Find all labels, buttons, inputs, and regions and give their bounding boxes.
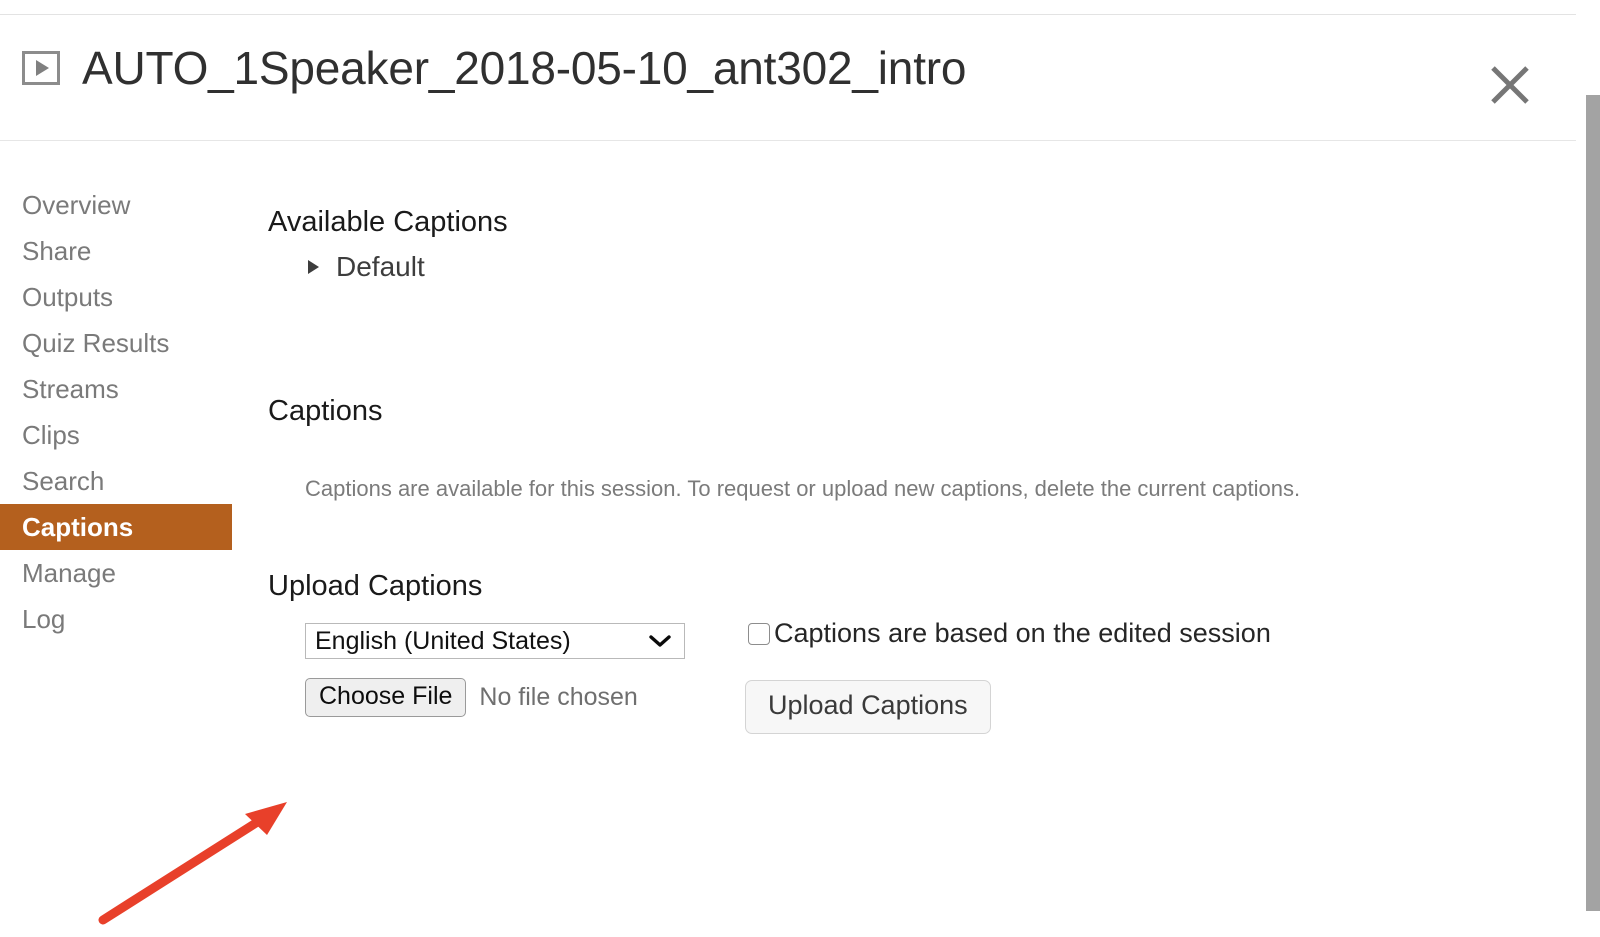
available-caption-item-default[interactable]: Default [308, 253, 425, 281]
captions-description: Captions are available for this session.… [305, 476, 1301, 501]
sidebar-item-overview[interactable]: Overview [0, 182, 232, 228]
upload-captions-heading: Upload Captions [268, 570, 483, 603]
dialog-header: AUTO_1Speaker_2018-05-10_ant302_intro [0, 15, 1576, 141]
sidebar-item-outputs[interactable]: Outputs [0, 274, 232, 320]
file-status-label: No file chosen [479, 682, 638, 711]
annotation-arrow-icon [98, 802, 287, 925]
page-title: AUTO_1Speaker_2018-05-10_ant302_intro [82, 42, 967, 94]
edited-session-checkbox[interactable] [748, 622, 770, 645]
file-input-row: Choose File No file chosen [305, 678, 638, 717]
sidebar-item-clips[interactable]: Clips [0, 412, 232, 458]
sidebar-item-captions[interactable]: Captions [0, 504, 232, 550]
choose-file-button[interactable]: Choose File [305, 678, 467, 717]
chevron-down-icon [649, 634, 671, 648]
scrollbar-thumb[interactable] [1586, 95, 1600, 911]
sidebar-item-log[interactable]: Log [0, 596, 232, 642]
sidebar-item-manage[interactable]: Manage [0, 550, 232, 596]
sidebar: Overview Share Outputs Quiz Results Stre… [0, 182, 232, 642]
close-icon[interactable] [1486, 61, 1534, 109]
captions-heading: Captions [268, 395, 383, 428]
sidebar-item-share[interactable]: Share [0, 228, 232, 274]
sidebar-item-search[interactable]: Search [0, 458, 232, 504]
scrollbar-track[interactable] [1583, 0, 1600, 911]
session-dialog: AUTO_1Speaker_2018-05-10_ant302_intro Ov… [0, 14, 1576, 925]
available-caption-label: Default [336, 251, 425, 282]
dialog-body: Overview Share Outputs Quiz Results Stre… [0, 142, 1576, 925]
upload-captions-button[interactable]: Upload Captions [745, 680, 991, 734]
sidebar-item-quiz-results[interactable]: Quiz Results [0, 320, 232, 366]
available-captions-heading: Available Captions [268, 206, 508, 239]
language-select[interactable]: English (United States) [305, 623, 685, 659]
sidebar-item-streams[interactable]: Streams [0, 366, 232, 412]
edited-session-row[interactable]: Captions are based on the edited session [748, 620, 1271, 647]
edited-session-label: Captions are based on the edited session [774, 618, 1271, 648]
session-title-row: AUTO_1Speaker_2018-05-10_ant302_intro [22, 45, 966, 91]
chevron-right-icon [308, 260, 319, 274]
play-icon [22, 51, 60, 85]
language-select-value: English (United States) [315, 626, 571, 655]
